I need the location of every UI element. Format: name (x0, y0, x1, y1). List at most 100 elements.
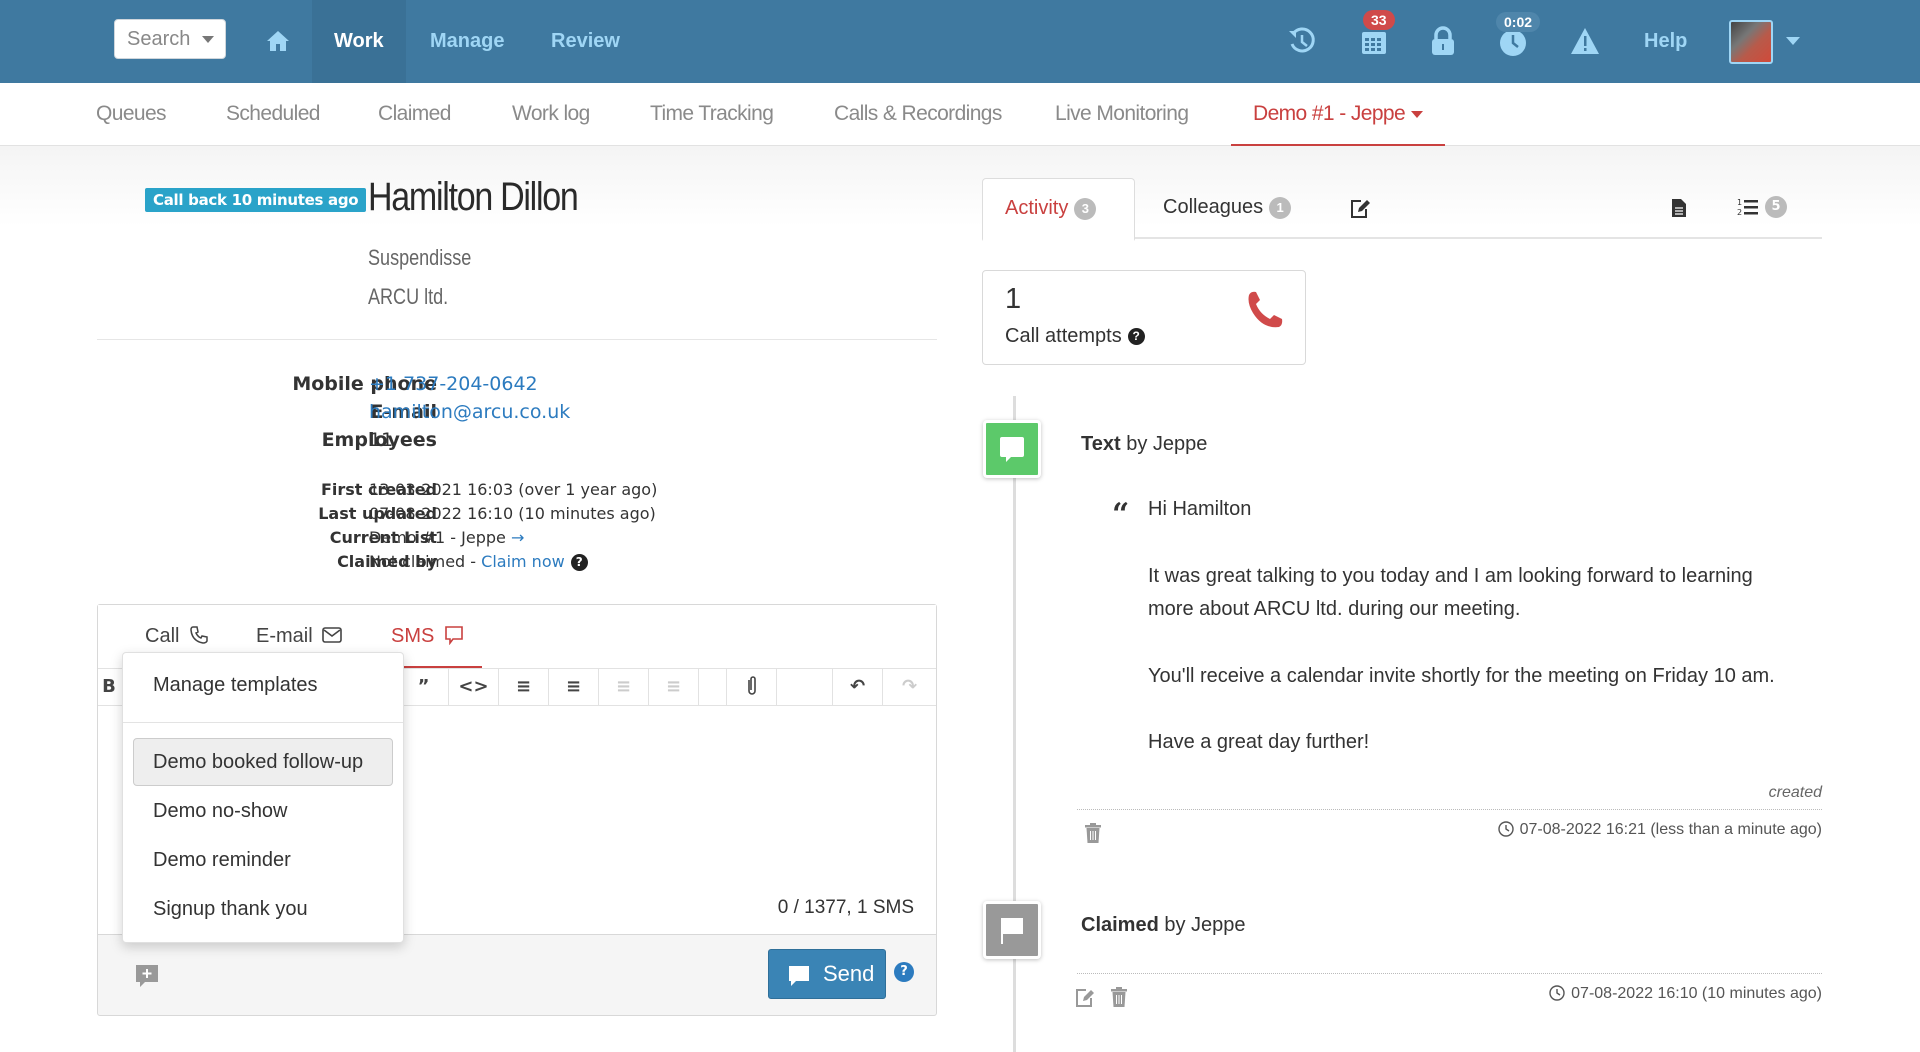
contact-name: Hamilton Dillon (368, 175, 579, 219)
add-comment-icon[interactable] (134, 963, 160, 989)
tab-activity[interactable]: Activity 3 (982, 178, 1135, 241)
template-item[interactable]: Demo reminder (153, 849, 291, 872)
indent-button[interactable]: ≡ (648, 669, 698, 705)
sms-templates-dropdown: Manage templates Demo booked follow-up D… (122, 652, 404, 943)
event-type: Claimed (1081, 914, 1159, 936)
subnav-time-tracking[interactable]: Time Tracking (650, 83, 774, 146)
edit-icon[interactable] (1075, 986, 1095, 1008)
field-value: 11 (369, 429, 394, 451)
claim-now-link[interactable]: Claim now (481, 552, 565, 571)
subnav-claimed[interactable]: Claimed (378, 83, 451, 146)
caret-down-icon (1411, 110, 1424, 118)
nav-review[interactable]: Review (529, 0, 642, 83)
call-attempts-label: Call attempts? (1005, 325, 1145, 348)
message-line: Have a great day further! (1148, 731, 1370, 753)
blockquote-button[interactable]: ” (398, 669, 448, 705)
event-timestamp: 07-08-2022 16:21 (less than a minute ago… (1497, 821, 1822, 839)
lock-icon[interactable] (1428, 26, 1458, 56)
phone-link[interactable]: +1 737-204-0642 (369, 373, 538, 395)
help-icon[interactable]: ? (894, 962, 914, 982)
paperclip-icon (747, 676, 756, 695)
ordered-list-icon: 1 2 (1737, 198, 1758, 217)
envelope-icon (322, 627, 343, 643)
bullet-list-button[interactable]: ≡ (498, 669, 548, 705)
sms-char-count: 0 / 1377, 1 SMS (777, 897, 914, 918)
trash-icon[interactable] (1109, 986, 1129, 1008)
claimed-event-icon (983, 901, 1041, 959)
nav-manage[interactable]: Manage (408, 0, 526, 83)
attach-button[interactable] (726, 669, 776, 705)
calendar-icon[interactable] (1359, 26, 1389, 56)
tab-label: Activity (1005, 197, 1069, 219)
outdent-button[interactable]: ≡ (598, 669, 648, 705)
meta-value: Demo #1 - Jeppe → (369, 528, 524, 547)
speech-bubble-icon (789, 966, 809, 986)
message-line: Hi Hamilton (1148, 498, 1252, 520)
claimed-status: Not claimed - (369, 552, 482, 571)
nav-work[interactable]: Work (312, 0, 406, 83)
count-badge: 1 (1269, 196, 1292, 219)
meta-value: 07-08-2022 16:10 (10 minutes ago) (369, 504, 656, 523)
count-badge: 3 (1074, 197, 1097, 220)
tab-colleagues[interactable]: Colleagues 1 (1163, 178, 1292, 239)
timeline-title: Text by Jeppe (1081, 433, 1207, 456)
subnav-scheduled[interactable]: Scheduled (226, 83, 320, 146)
template-item[interactable]: Demo booked follow-up (153, 751, 363, 774)
document-icon[interactable] (1671, 198, 1687, 218)
history-icon[interactable] (1287, 26, 1317, 56)
tab-label: Colleagues (1163, 196, 1264, 218)
phone-icon (1248, 291, 1283, 328)
current-list-value: Demo #1 - Jeppe (369, 528, 506, 547)
message-line: more about ARCU ltd. during our meeting. (1148, 598, 1521, 620)
subnav-live-monitoring[interactable]: Live Monitoring (1055, 83, 1189, 146)
code-button[interactable]: <> (448, 669, 498, 705)
clock-icon (1497, 821, 1514, 837)
edit-note-icon[interactable] (1349, 198, 1371, 220)
email-link[interactable]: hamilton@arcu.co.uk (369, 401, 570, 423)
trash-icon[interactable] (1083, 822, 1103, 844)
bold-button[interactable]: B (98, 669, 120, 705)
subnav-calls-recordings[interactable]: Calls & Recordings (834, 83, 1002, 146)
numbered-list-button[interactable]: ≡ (548, 669, 598, 705)
subnav-queues[interactable]: Queues (96, 83, 167, 146)
help-icon[interactable]: ? (570, 554, 588, 571)
sub-navbar: Queues Scheduled Claimed Work log Time T… (0, 83, 1920, 146)
event-timestamp: 07-08-2022 16:10 (10 minutes ago) (1549, 985, 1822, 1003)
send-button[interactable]: Send (768, 949, 886, 999)
subnav-work-log[interactable]: Work log (512, 83, 590, 146)
timestamp-text: 07-08-2022 16:21 (less than a minute ago… (1519, 821, 1822, 838)
tab-label: Call (145, 625, 180, 647)
event-author: by Jeppe (1158, 914, 1246, 936)
tab-call[interactable]: Call (145, 625, 209, 648)
meta-value: 13-03-2021 16:03 (over 1 year ago) (369, 480, 658, 499)
svg-text:1: 1 (1737, 198, 1742, 207)
call-attempts-card: 1 Call attempts? (982, 270, 1306, 365)
activity-tabs: Activity 3 Colleagues 1 1 2 5 (982, 178, 1822, 241)
timeline-title: Claimed by Jeppe (1081, 914, 1246, 937)
manage-templates-item[interactable]: Manage templates (153, 674, 318, 697)
undo-button[interactable]: ↶ (832, 669, 882, 705)
template-item[interactable]: Demo no-show (153, 800, 288, 823)
tasks-list-button[interactable]: 1 2 5 (1737, 196, 1787, 218)
warning-icon[interactable] (1570, 26, 1600, 56)
quote-icon: “ (1112, 497, 1130, 532)
subnav-current-list[interactable]: Demo #1 - Jeppe (1231, 83, 1446, 146)
tab-email[interactable]: E-mail (256, 625, 343, 648)
arrow-right-icon[interactable]: → (511, 528, 524, 547)
tab-label: SMS (391, 625, 435, 647)
help-icon[interactable]: ? (1127, 328, 1145, 346)
help-link[interactable]: Help (1644, 0, 1687, 83)
search-dropdown[interactable]: Search (114, 19, 226, 59)
user-avatar[interactable] (1729, 20, 1773, 64)
template-item[interactable]: Signup thank you (153, 898, 308, 921)
redo-button[interactable]: ↷ (882, 669, 936, 705)
contact-company: ARCU ltd. (368, 284, 449, 309)
call-attempts-count: 1 (1005, 283, 1022, 315)
event-type: Text (1081, 433, 1121, 455)
stat-label-text: Call attempts (1005, 325, 1122, 347)
tab-sms[interactable]: SMS (391, 625, 464, 648)
flag-icon (1001, 918, 1023, 944)
home-icon[interactable] (266, 30, 290, 52)
user-menu-caret-icon[interactable] (1786, 37, 1800, 45)
speech-bubble-icon (1000, 437, 1024, 462)
